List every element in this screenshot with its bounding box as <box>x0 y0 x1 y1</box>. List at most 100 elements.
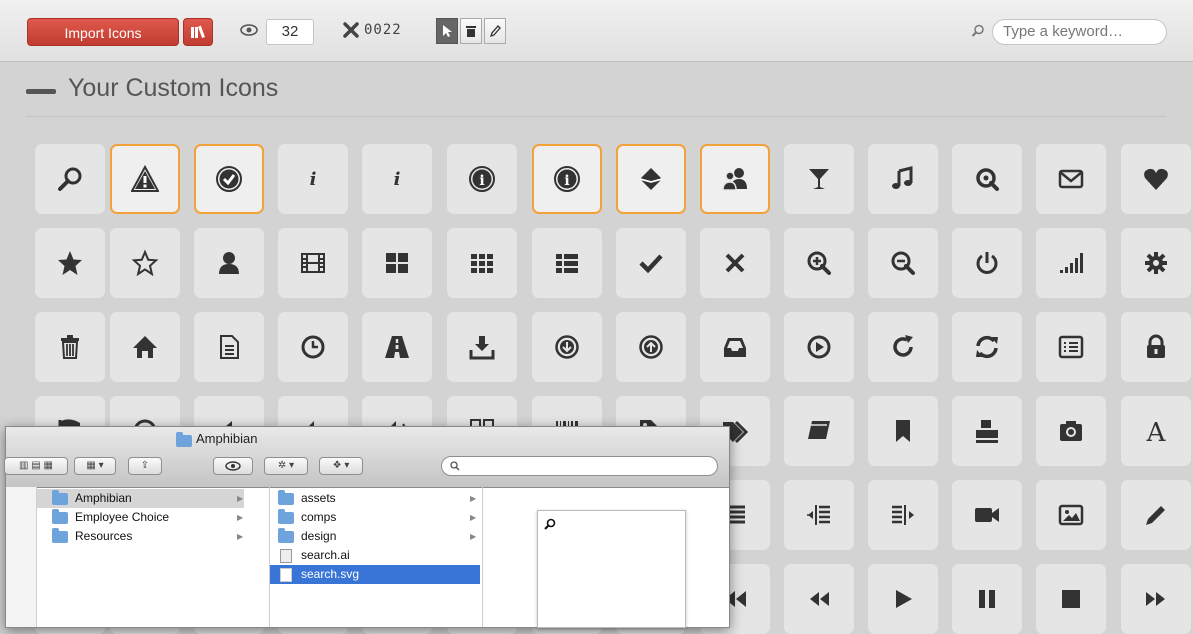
finder-row-employee-choice[interactable]: Employee Choice ▶ <box>37 508 244 527</box>
th-list-icon <box>556 254 578 273</box>
icon-tile-email-open[interactable] <box>616 144 686 214</box>
share-button[interactable]: ⇪ <box>128 457 162 475</box>
icon-tile-th[interactable] <box>447 228 517 298</box>
users-icon <box>722 168 747 191</box>
icon-tile-font[interactable]: A <box>1121 396 1191 466</box>
icon-tile-forward[interactable] <box>1121 564 1191 634</box>
icon-tile-picture[interactable] <box>1036 480 1106 550</box>
folder-icon <box>278 490 294 505</box>
icon-tile-download-alt[interactable] <box>447 312 517 382</box>
icon-tile-time[interactable] <box>278 312 348 382</box>
icon-tile-inbox[interactable] <box>700 312 770 382</box>
icon-tile-user[interactable] <box>194 228 264 298</box>
camera-icon <box>1060 421 1082 441</box>
icon-tile-camera[interactable] <box>1036 396 1106 466</box>
icon-tile-bookmark[interactable] <box>868 396 938 466</box>
magnifier-icon <box>58 167 82 191</box>
folder-icon <box>278 528 294 543</box>
icon-tile-stop[interactable] <box>1036 564 1106 634</box>
keyword-search-input[interactable]: Type a keyword… <box>992 19 1167 45</box>
select-tool-button[interactable] <box>436 18 458 44</box>
icon-tile-road[interactable] <box>362 312 432 382</box>
icon-tile-ok[interactable] <box>616 228 686 298</box>
icon-tile-book[interactable] <box>784 396 854 466</box>
library-button[interactable] <box>183 18 213 46</box>
icon-tile-trash[interactable] <box>35 312 105 382</box>
icon-tile-star-empty[interactable] <box>110 228 180 298</box>
finder-file-search-svg[interactable]: search.svg <box>270 565 480 584</box>
icon-tile-star[interactable] <box>35 228 105 298</box>
icon-tile-glass[interactable] <box>784 144 854 214</box>
picture-icon <box>1058 504 1084 526</box>
icon-tile-zoom-out[interactable] <box>868 228 938 298</box>
finder-file-design[interactable]: design ▶ <box>270 527 480 546</box>
action-menu-button[interactable]: ✲ ▾ <box>264 457 308 475</box>
email-open-icon <box>639 168 663 190</box>
icon-tile-film[interactable] <box>278 228 348 298</box>
icon-tile-play[interactable] <box>868 564 938 634</box>
icon-tile-envelope[interactable] <box>1036 144 1106 214</box>
icon-tile-list-alt[interactable] <box>1036 312 1106 382</box>
icon-tile-th-large[interactable] <box>362 228 432 298</box>
close-icon[interactable] <box>342 21 360 39</box>
icon-tile-users[interactable] <box>700 144 770 214</box>
icon-tile-pencil[interactable] <box>1121 480 1191 550</box>
icon-tile-info-italic[interactable]: i <box>362 144 432 214</box>
icon-tile-signal[interactable] <box>1036 228 1106 298</box>
icon-tile-ok-sign[interactable] <box>194 144 264 214</box>
icon-tile-cog[interactable] <box>1121 228 1191 298</box>
th-large-icon <box>386 253 408 273</box>
icon-tile-upload[interactable] <box>616 312 686 382</box>
finder-file-search-ai[interactable]: search.ai <box>270 546 480 565</box>
icon-tile-remove[interactable] <box>700 228 770 298</box>
icon-tile-heart[interactable] <box>1121 144 1191 214</box>
search-icon <box>544 518 556 530</box>
icon-tile-info-italic[interactable]: i <box>278 144 348 214</box>
cursor-icon <box>443 25 452 37</box>
icon-tile-facetime-video[interactable] <box>952 480 1022 550</box>
icon-tile-warning[interactable] <box>110 144 180 214</box>
dropbox-menu-button[interactable]: ❖ ▾ <box>319 457 363 475</box>
icon-tile-file[interactable] <box>194 312 264 382</box>
icon-tile-repeat[interactable] <box>868 312 938 382</box>
delete-tool-button[interactable] <box>460 18 482 44</box>
icon-tile-indent-right[interactable] <box>868 480 938 550</box>
icon-tile-th-list[interactable] <box>532 228 602 298</box>
icon-tile-indent-left[interactable] <box>784 480 854 550</box>
finder-file-comps[interactable]: comps ▶ <box>270 508 480 527</box>
icon-tile-magnifier[interactable] <box>35 144 105 214</box>
pause-icon <box>979 590 995 608</box>
icon-tile-music[interactable] <box>868 144 938 214</box>
icon-tile-zoom-in[interactable] <box>784 228 854 298</box>
icon-tile-download[interactable] <box>532 312 602 382</box>
finder-row-resources[interactable]: Resources ▶ <box>37 527 244 546</box>
icon-tile-info-sign[interactable]: i <box>532 144 602 214</box>
icon-tile-play-circle[interactable] <box>784 312 854 382</box>
file-label: assets <box>301 491 336 505</box>
icon-tile-print[interactable] <box>952 396 1022 466</box>
collapse-section-button[interactable] <box>26 89 56 94</box>
arrange-button[interactable]: ▦ ▾ <box>74 457 116 475</box>
view-mode-buttons[interactable]: ▥ ▤ ▦ <box>4 457 68 475</box>
library-icon <box>191 25 205 38</box>
icon-tile-search-circle[interactable] <box>952 144 1022 214</box>
icon-tile-home[interactable] <box>110 312 180 382</box>
finder-file-assets[interactable]: assets ▶ <box>270 489 480 508</box>
quick-look-button[interactable] <box>213 457 253 475</box>
icon-tile-info-sign[interactable]: i <box>447 144 517 214</box>
icon-tile-lock[interactable] <box>1121 312 1191 382</box>
stop-icon <box>1062 590 1080 608</box>
icon-tile-off[interactable] <box>952 228 1022 298</box>
svg-text:i: i <box>564 173 569 189</box>
icon-tile-backward[interactable] <box>784 564 854 634</box>
icon-tile-refresh[interactable] <box>952 312 1022 382</box>
icon-tile-pause[interactable] <box>952 564 1022 634</box>
folder-icon <box>52 509 68 524</box>
edit-tool-button[interactable] <box>484 18 506 44</box>
indent-right-icon <box>892 505 914 525</box>
import-icons-button[interactable]: Import Icons <box>27 18 179 46</box>
finder-search-input[interactable] <box>441 456 718 476</box>
repeat-icon <box>893 335 913 357</box>
icon-size-field[interactable]: 32 <box>266 19 314 45</box>
finder-row-amphibian[interactable]: Amphibian ▶ <box>37 489 244 508</box>
